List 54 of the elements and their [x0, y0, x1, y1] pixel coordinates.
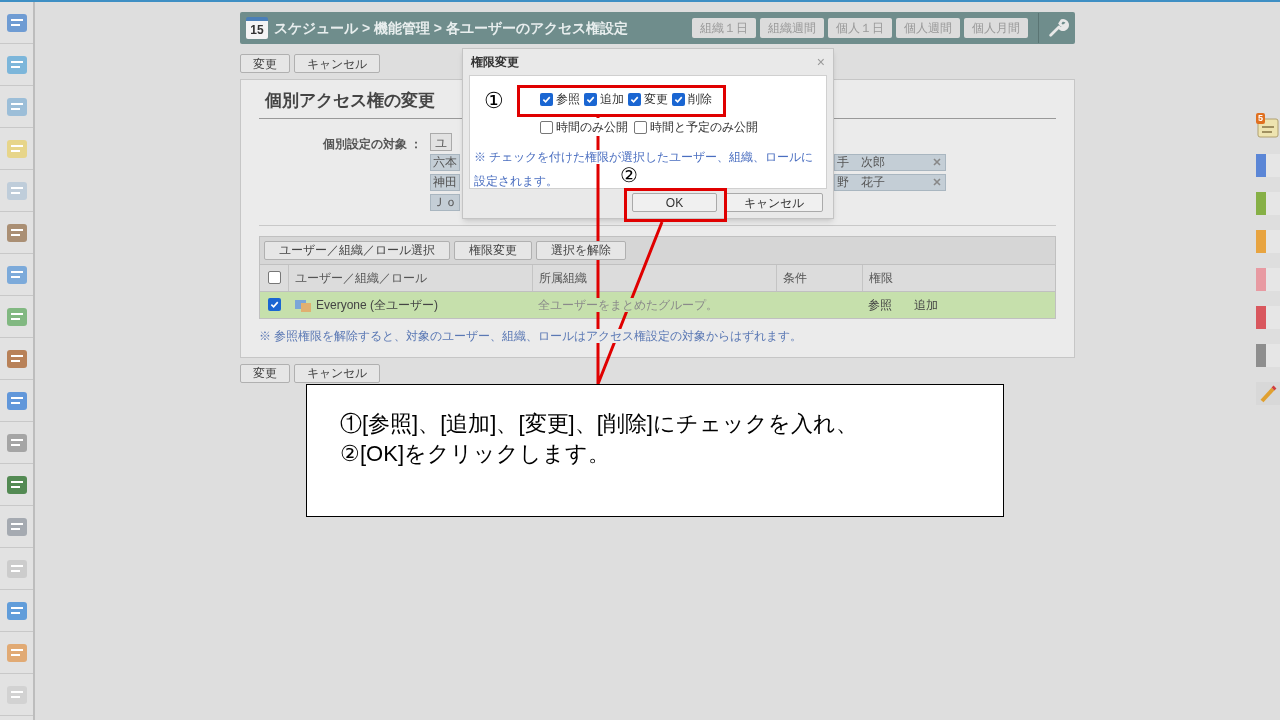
checkbox-label: 追加 [600, 91, 624, 108]
button[interactable]: 選択を解除 [536, 240, 626, 260]
target-chip: 神田 [430, 173, 461, 191]
target-chip: Ｊｏ [430, 193, 461, 211]
step-marker: ① [484, 90, 504, 112]
select-all-checkbox[interactable] [267, 271, 281, 284]
checkbox-label: 削除 [688, 91, 712, 108]
dialog-title: 権限変更 [471, 54, 519, 71]
color-tab[interactable] [1256, 192, 1280, 215]
checkbox-label: 参照 [556, 91, 580, 108]
table-cell-text: 参照 [868, 296, 892, 314]
pencil-icon[interactable] [1256, 382, 1280, 405]
dialog-button[interactable]: キャンセル [725, 193, 823, 212]
callout-text: ②[OK]をクリックします。 [340, 440, 611, 468]
checkbox-label: 変更 [644, 91, 668, 108]
checkbox-label: 時間と予定のみ公開 [650, 118, 758, 136]
publish-checkbox[interactable] [540, 120, 553, 134]
row-checkbox[interactable] [267, 298, 281, 311]
permission-checkbox[interactable] [540, 92, 553, 106]
permission-checkbox[interactable] [672, 92, 685, 106]
color-tab[interactable] [1256, 344, 1280, 367]
color-tab[interactable] [1256, 230, 1280, 253]
column-header: ユーザー／組織／ロール [288, 264, 532, 291]
checkbox-label: 時間のみ公開 [556, 118, 628, 136]
publish-checkbox[interactable] [634, 120, 647, 134]
button[interactable]: 権限変更 [454, 240, 532, 260]
button[interactable]: ユ [430, 132, 453, 151]
button[interactable]: キャンセル [294, 363, 380, 383]
dialog-button[interactable]: OK [632, 193, 717, 212]
column-header: 条件 [776, 264, 862, 291]
target-name: 手 次郎 [837, 154, 886, 171]
calendar-date-icon: 15 [246, 17, 268, 39]
breadcrumb-title: スケジュール > 機能管理 > 各ユーザーのアクセス権設定 [274, 18, 628, 38]
permission-checkbox[interactable] [584, 92, 597, 106]
remove-icon[interactable] [933, 178, 942, 186]
permission-checkbox[interactable] [628, 92, 641, 106]
color-tab[interactable] [1256, 268, 1280, 291]
color-tab[interactable] [1256, 154, 1280, 177]
column-header: 権限 [862, 264, 1055, 291]
table-cell-text: Everyone (全ユーザー) [316, 296, 439, 314]
target-chip: 六本 [430, 153, 461, 171]
callout-text: ①[参照]、[追加]、[変更]、[削除]にチェックを入れ、 [340, 410, 859, 438]
column-header: 所属組織 [532, 264, 776, 291]
target-name: 野 花子 [837, 174, 886, 191]
remove-icon[interactable] [933, 158, 942, 166]
button[interactable]: キャンセル [294, 54, 380, 73]
count-badge: 5 [1256, 113, 1265, 124]
button[interactable]: ユーザー／組織／ロール選択 [264, 240, 450, 260]
target-label: 個別設定の対象 ： [323, 135, 423, 153]
button[interactable]: 変更 [240, 363, 290, 383]
button[interactable]: 変更 [240, 54, 290, 73]
step-marker: ② [620, 165, 638, 185]
table-cell-text: 追加 [914, 296, 938, 314]
color-tab[interactable] [1256, 306, 1280, 329]
